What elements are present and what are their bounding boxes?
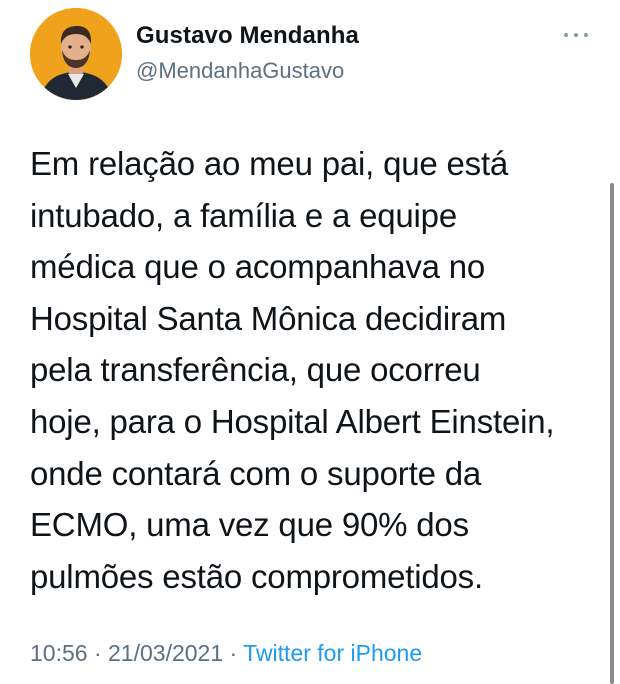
tweet-time[interactable]: 10:56 [30,640,88,666]
meta-separator: · [223,640,244,666]
scrollbar[interactable] [610,183,614,684]
more-dot [584,33,588,37]
tweet-card: Gustavo Mendanha @MendanhaGustavo Em rel… [0,0,620,684]
author-name[interactable]: Gustavo Mendanha [136,22,359,50]
tweet-text: Em relação ao meu pai, que está intubado… [30,145,555,595]
avatar[interactable] [30,8,122,100]
tweet-date[interactable]: 21/03/2021 [108,640,223,666]
author-handle[interactable]: @MendanhaGustavo [136,58,344,84]
meta-separator: · [87,640,109,666]
more-dot [574,33,578,37]
tweet-meta: 10:56 · 21/03/2021 · Twitter for iPhone [30,640,422,667]
more-horizontal-icon[interactable] [562,28,592,42]
tweet-source-link[interactable]: Twitter for iPhone [243,640,422,666]
avatar-image [30,8,122,100]
more-dot [564,33,568,37]
tweet-header: Gustavo Mendanha @MendanhaGustavo [30,8,600,100]
